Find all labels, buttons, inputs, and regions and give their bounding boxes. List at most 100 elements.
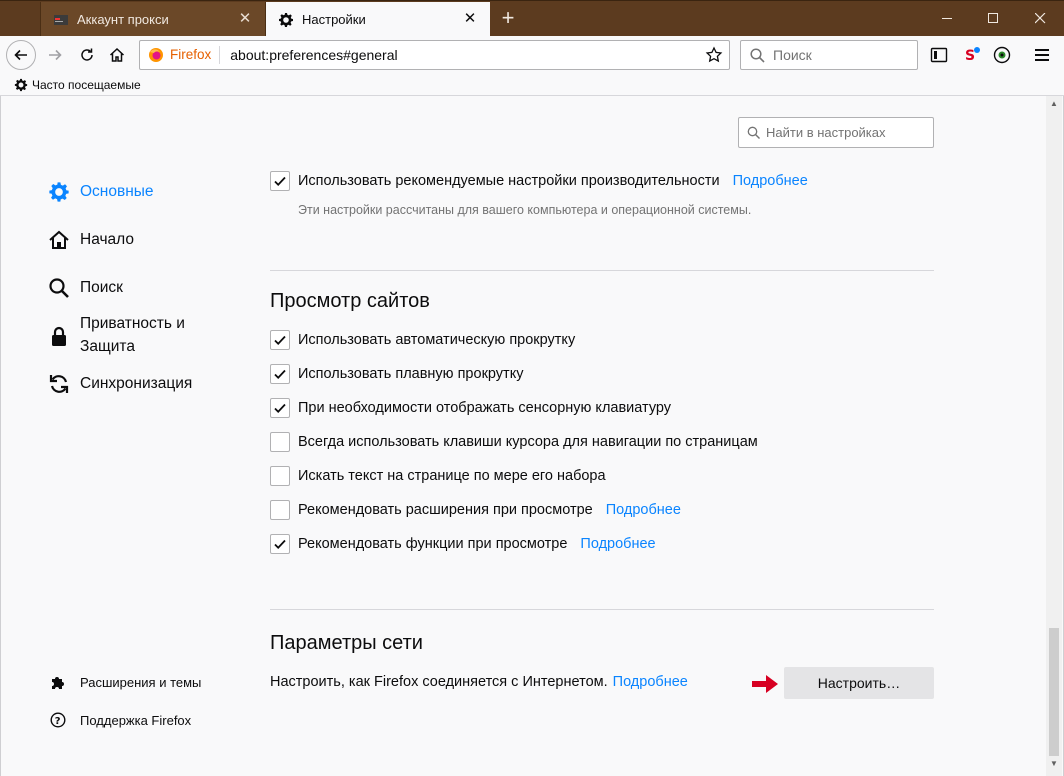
search-bar[interactable]: Поиск [740, 40, 918, 70]
tab-proxy-account[interactable]: Аккаунт прокси ✕ [40, 2, 266, 37]
window-close-icon[interactable] [1016, 1, 1064, 35]
checkbox[interactable] [270, 171, 290, 191]
home-icon [47, 228, 71, 252]
settings-search-input[interactable]: Найти в настройках [738, 117, 934, 148]
tab-settings[interactable]: Настройки ✕ [266, 2, 490, 37]
checkbox-touch-keyboard[interactable]: При необходимости отображать сенсорную к… [270, 398, 671, 418]
checkbox-recommend-features[interactable]: Рекомендовать функции при просмотре Подр… [270, 534, 656, 554]
back-icon[interactable] [6, 40, 36, 70]
checkbox-label: Использовать рекомендуемые настройки про… [298, 173, 720, 189]
most-visited-gear-icon [14, 78, 28, 92]
checkbox-find-as-you-type[interactable]: Искать текст на странице по мере его наб… [270, 466, 606, 486]
sidebar-item-label: Основные [80, 183, 154, 200]
bookmarks-toolbar: Часто посещаемые [0, 74, 1064, 96]
forward-icon[interactable] [40, 40, 70, 70]
footer-link-label: Расширения и темы [80, 674, 202, 690]
checkbox-recommended-performance[interactable]: Использовать рекомендуемые настройки про… [270, 171, 808, 191]
network-description: Настроить, как Firefox соединяется с Инт… [270, 674, 608, 690]
bookmark-star-icon[interactable] [705, 46, 723, 64]
checkbox[interactable] [270, 398, 290, 418]
reload-icon[interactable] [72, 40, 102, 70]
sidebar-item-label: Поиск [80, 279, 123, 296]
sidebar-extensions-themes[interactable]: Расширения и темы [49, 673, 201, 691]
checkbox-label: Использовать автоматическую прокрутку [298, 332, 576, 348]
svg-text:?: ? [55, 716, 61, 727]
learn-more-link[interactable]: Подробнее [580, 536, 655, 552]
help-icon: ? [49, 711, 67, 729]
checkbox[interactable] [270, 330, 290, 350]
section-divider [270, 609, 934, 610]
checkbox-label: Рекомендовать расширения при просмотре [298, 502, 593, 518]
scrollbar[interactable]: ▲ ▼ [1046, 96, 1062, 776]
performance-description: Эти настройки рассчитаны для вашего комп… [298, 203, 752, 217]
sidebar-item-privacy[interactable]: Приватность и Защита [47, 312, 185, 358]
checkbox-autoscroll[interactable]: Использовать автоматическую прокрутку [270, 330, 575, 350]
learn-more-link[interactable]: Подробнее [613, 674, 688, 690]
search-icon [750, 47, 765, 63]
minimize-icon[interactable] [924, 1, 970, 35]
sidebar-item-label: Синхронизация [80, 375, 193, 392]
url-text: about:preferences#general [230, 47, 398, 63]
navigation-toolbar: Firefox about:preferences#general Поиск … [0, 36, 1064, 74]
sidebar-item-sync[interactable]: Синхронизация [47, 372, 192, 396]
gear-icon [278, 12, 294, 28]
puzzle-icon [49, 673, 67, 691]
extension-s-icon[interactable]: S [962, 44, 982, 66]
checkbox-caret-browsing[interactable]: Всегда использовать клавиши курсора для … [270, 432, 758, 452]
checkbox[interactable] [270, 534, 290, 554]
checkbox[interactable] [270, 500, 290, 520]
network-settings-button[interactable]: Настроить… [784, 667, 934, 699]
checkbox[interactable] [270, 432, 290, 452]
checkbox-label: Всегда использовать клавиши курсора для … [298, 434, 758, 450]
learn-more-link[interactable]: Подробнее [733, 173, 808, 189]
library-icon[interactable] [929, 44, 949, 66]
checkbox-recommend-extensions[interactable]: Рекомендовать расширения при просмотре П… [270, 500, 681, 520]
tab-title: Настройки [302, 12, 366, 27]
checkbox-label: Использовать плавную прокрутку [298, 366, 524, 382]
search-icon [47, 276, 71, 300]
close-tab-icon[interactable]: ✕ [462, 11, 478, 27]
sidebar-item-home[interactable]: Начало [47, 228, 134, 252]
search-icon [747, 126, 760, 139]
scroll-down-icon[interactable]: ▼ [1046, 756, 1062, 772]
tab-title: Аккаунт прокси [77, 12, 169, 27]
learn-more-link[interactable]: Подробнее [606, 502, 681, 518]
scroll-thumb[interactable] [1049, 628, 1059, 756]
checkbox-label: Искать текст на странице по мере его наб… [298, 468, 606, 484]
home-icon[interactable] [102, 40, 132, 70]
checkbox-smooth-scroll[interactable]: Использовать плавную прокрутку [270, 364, 523, 384]
extension-eye-icon[interactable] [992, 44, 1012, 66]
checkbox-label: При необходимости отображать сенсорную к… [298, 400, 672, 416]
sidebar-item-label: Приватность и [80, 315, 185, 332]
new-tab-icon[interactable]: + [496, 5, 520, 33]
checkbox[interactable] [270, 466, 290, 486]
scroll-up-icon[interactable]: ▲ [1046, 96, 1062, 112]
footer-link-label: Поддержка Firefox [80, 712, 192, 728]
checkbox[interactable] [270, 364, 290, 384]
gear-icon [47, 180, 71, 204]
maximize-icon[interactable] [970, 1, 1016, 35]
section-divider [270, 270, 934, 271]
firefox-logo-icon [149, 48, 163, 62]
sidebar-support[interactable]: ? Поддержка Firefox [49, 711, 191, 729]
red-arrow-icon [752, 675, 778, 693]
bookmark-most-visited[interactable]: Часто посещаемые [32, 78, 141, 92]
address-bar[interactable]: Firefox about:preferences#general [139, 40, 730, 70]
search-placeholder: Поиск [773, 47, 812, 63]
network-heading: Параметры сети [270, 632, 423, 654]
lock-icon [47, 324, 71, 348]
sidebar-item-label: Начало [80, 231, 135, 248]
sidebar-item-search[interactable]: Поиск [47, 276, 123, 300]
svg-text:S: S [965, 48, 975, 64]
preferences-page: Найти в настройках Основные Начало Поиск… [0, 96, 1064, 776]
close-tab-icon[interactable]: ✕ [237, 11, 253, 27]
title-bar: Аккаунт прокси ✕ Настройки ✕ + [0, 0, 1064, 37]
settings-search-placeholder: Найти в настройках [766, 125, 886, 140]
tab-favicon-icon [53, 12, 69, 28]
sidebar-item-general[interactable]: Основные [47, 180, 154, 204]
sidebar-item-label-line2: Защита [80, 338, 135, 355]
network-description-row: Настроить, как Firefox соединяется с Инт… [270, 674, 688, 690]
menu-icon[interactable] [1032, 44, 1052, 66]
checkbox-label: Рекомендовать функции при просмотре [298, 536, 568, 552]
identity-label: Firefox [170, 46, 221, 64]
